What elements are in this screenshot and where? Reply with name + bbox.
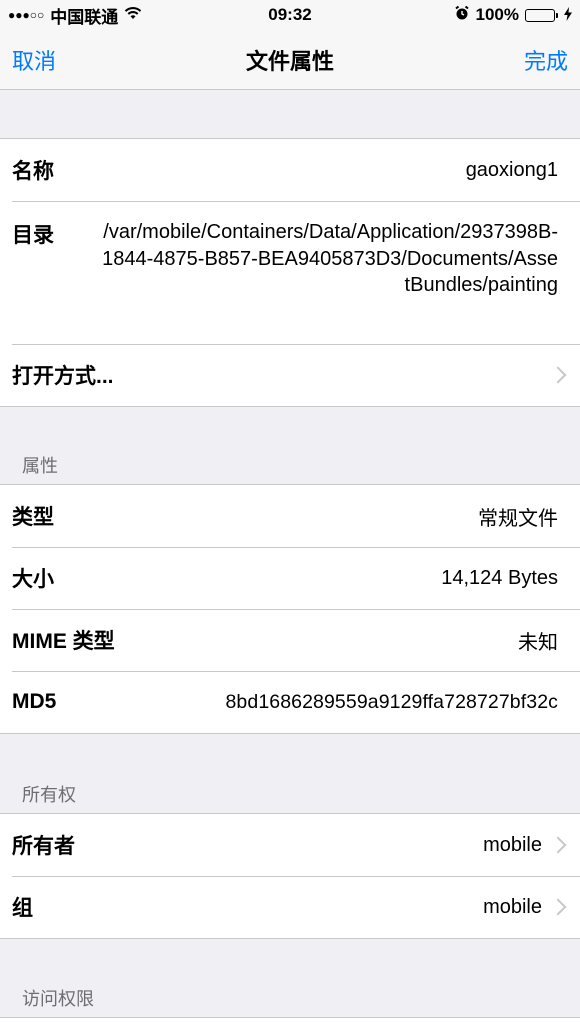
permissions-group [0,1017,580,1031]
status-right: 100% [454,5,572,26]
size-row: 大小 14,124 Bytes [0,547,580,609]
ownership-group: 所有者 mobile 组 mobile [0,813,580,939]
file-info-group: 名称 gaoxiong1 目录 /var/mobile/Containers/D… [0,138,580,407]
directory-row: 目录 /var/mobile/Containers/Data/Applicati… [0,201,580,344]
type-label: 类型 [12,506,54,529]
md5-label: MD5 [12,690,57,713]
name-row[interactable]: 名称 gaoxiong1 [0,139,580,201]
navigation-bar: 取消 文件属性 完成 [0,30,580,90]
attributes-header: 属性 [22,456,58,476]
group-label: 组 [12,897,33,920]
battery-icon [525,8,558,22]
done-button[interactable]: 完成 [524,44,568,76]
mime-row: MIME 类型 未知 [0,609,580,671]
permissions-header: 访问权限 [22,989,94,1009]
chevron-right-icon [549,836,567,854]
charging-bolt-icon [564,6,572,24]
signal-strength-icon: ●●●○○ [8,8,45,22]
size-label: 大小 [12,568,54,591]
directory-label: 目录 [12,224,54,247]
open-with-row[interactable]: 打开方式... [0,344,580,406]
chevron-right-icon [549,898,567,916]
attributes-group: 类型 常规文件 大小 14,124 Bytes MIME 类型 未知 MD5 8… [0,484,580,734]
name-value: gaoxiong1 [465,158,558,181]
chevron-right-icon [549,366,567,384]
type-value: 常规文件 [478,507,558,530]
group-row[interactable]: 组 mobile [0,876,580,938]
open-with-label: 打开方式... [12,365,114,388]
page-title: 文件属性 [245,49,334,74]
mime-label: MIME 类型 [12,630,115,653]
owner-value: mobile [483,833,542,856]
mime-value: 未知 [518,631,558,654]
name-label: 名称 [12,160,54,183]
owner-row[interactable]: 所有者 mobile [0,814,580,876]
carrier-name: 中国联通 [50,7,119,27]
wifi-icon [124,6,142,25]
alarm-icon [454,5,470,26]
directory-value: /var/mobile/Containers/Data/Application/… [102,221,558,296]
type-row: 类型 常规文件 [0,485,580,547]
status-left: ●●●○○ 中国联通 [8,3,142,28]
size-value: 14,124 Bytes [441,566,558,589]
ownership-header: 所有权 [22,785,76,805]
group-value: mobile [483,895,542,918]
md5-row: MD5 8bd1686289559a9129ffa728727bf32c [0,671,580,733]
owner-label: 所有者 [12,835,75,858]
status-bar: ●●●○○ 中国联通 09:32 100% [0,0,580,30]
md5-value: 8bd1686289559a9129ffa728727bf32c [225,690,558,713]
battery-percent: 100% [475,5,519,24]
